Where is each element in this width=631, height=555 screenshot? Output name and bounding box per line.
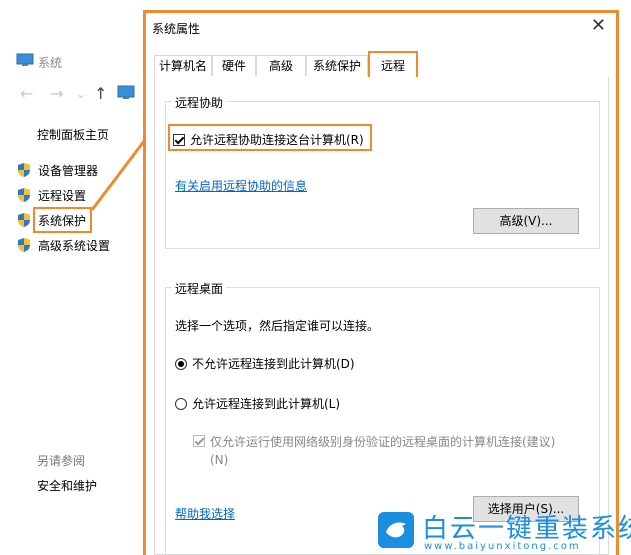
remote-assistance-label: 远程协助: [172, 94, 227, 111]
tab-advanced[interactable]: 高级: [256, 55, 306, 76]
help-me-choose-link[interactable]: 帮助我选择: [175, 505, 235, 522]
advanced-button[interactable]: 高级(V)...: [473, 208, 579, 234]
close-icon[interactable]: ✕: [591, 15, 606, 36]
tab-bar: 计算机名 硬件 高级 系统保护 远程: [154, 51, 609, 78]
dialog-title: 系统属性: [152, 22, 201, 36]
tab-system-protection[interactable]: 系统保护: [306, 55, 368, 76]
watermark-url: www.baiyunxitong.com: [424, 541, 581, 552]
radio-selected[interactable]: [175, 357, 187, 370]
tab-hardware[interactable]: 硬件: [212, 55, 256, 76]
security-maintenance-link[interactable]: 安全和维护: [37, 477, 97, 494]
control-panel-home-link[interactable]: 控制面板主页: [37, 126, 109, 143]
system-protection-highlight: [33, 207, 92, 233]
remote-desktop-prompt: 选择一个选项，然后指定谁可以连接。: [175, 319, 380, 333]
radio-deny-remote[interactable]: 不允许远程连接到此计算机(D): [175, 355, 355, 372]
shield-icon: [18, 213, 30, 227]
remote-tab-panel: 远程协助 允许远程协助连接这台计算机(R) 有关启用远程协助的信息 高级(V).…: [154, 77, 609, 555]
forward-arrow-icon[interactable]: →: [50, 84, 63, 104]
allow-checkbox-highlight: [168, 124, 372, 151]
window-title: 系统: [38, 56, 63, 70]
watermark-chinese: 白云一键重装系统: [422, 514, 631, 544]
shield-icon: [18, 163, 30, 177]
shield-icon: [18, 188, 30, 202]
sidebar-item-device-manager[interactable]: 设备管理器: [16, 160, 98, 180]
radio-unselected[interactable]: [175, 397, 187, 410]
nla-checkbox[interactable]: 仅允许运行使用网络级别身份验证的远程桌面的计算机连接(建议) (N): [193, 433, 555, 467]
remote-desktop-label: 远程桌面: [172, 280, 227, 297]
address-computer-icon: [117, 85, 135, 99]
back-arrow-icon[interactable]: ←: [20, 84, 33, 104]
system-properties-dialog: 系统属性 ✕ 计算机名 硬件 高级 系统保护 远程 远程协助 允许远程协助连接这…: [143, 10, 619, 555]
watermark: 白云一键重装系统 www.baiyunxitong.com: [378, 508, 631, 554]
computer-icon: [16, 53, 34, 66]
bird-logo-icon: [378, 512, 414, 548]
remote-assistance-info-link[interactable]: 有关启用远程协助的信息: [175, 177, 307, 194]
shield-icon: [18, 238, 30, 252]
checkbox-disabled-checked[interactable]: [193, 435, 205, 447]
radio-allow-remote[interactable]: 允许远程连接到此计算机(L): [175, 395, 340, 412]
sidebar-item-remote-settings[interactable]: 远程设置: [16, 185, 86, 205]
sidebar-item-advanced-settings[interactable]: 高级系统设置: [16, 235, 110, 255]
up-arrow-icon[interactable]: ↑: [94, 84, 107, 104]
tab-computer-name[interactable]: 计算机名: [154, 55, 212, 76]
see-also-label: 另请参阅: [37, 454, 86, 468]
tab-remote[interactable]: 远程: [368, 51, 418, 78]
chevron-down-icon[interactable]: ⌄: [76, 84, 86, 104]
